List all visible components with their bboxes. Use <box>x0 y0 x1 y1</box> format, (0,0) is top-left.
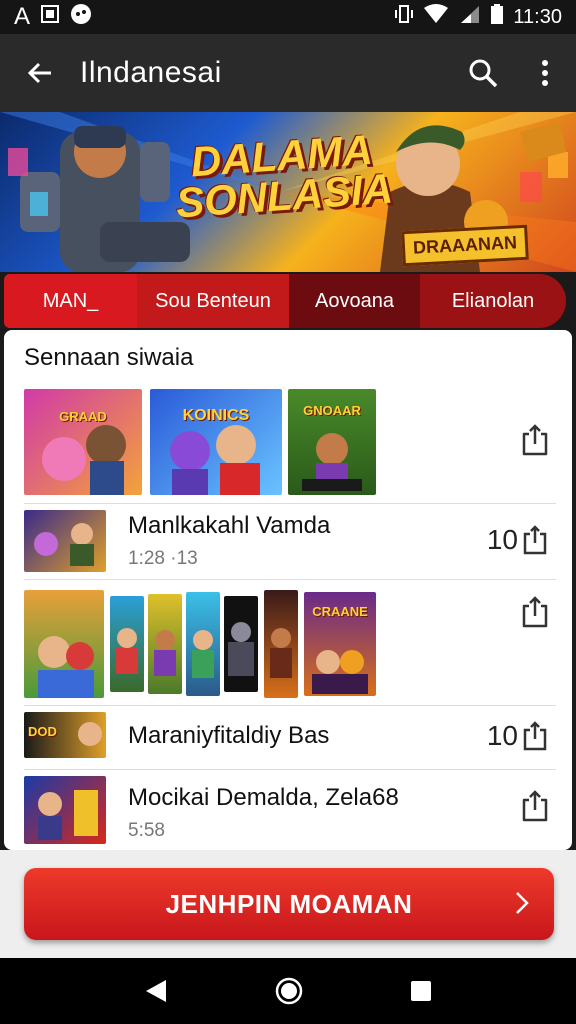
chat-icon <box>70 3 92 31</box>
tab-sou-benteun[interactable]: Sou Benteun <box>137 274 289 328</box>
game-thumbnail[interactable] <box>186 592 220 696</box>
more-vert-icon <box>542 60 548 86</box>
nav-back-icon[interactable] <box>144 978 168 1004</box>
item-count[interactable]: 10 <box>487 720 548 752</box>
share-icon <box>523 525 547 555</box>
search-button[interactable] <box>452 34 514 112</box>
game-thumbnail[interactable] <box>110 596 144 692</box>
character-art-icon <box>38 636 94 698</box>
overflow-menu-button[interactable] <box>514 34 576 112</box>
screenshot-icon <box>40 4 60 30</box>
game-thumbnail[interactable] <box>24 510 106 572</box>
character-art-icon <box>42 425 126 495</box>
game-thumbnail[interactable] <box>264 590 298 698</box>
game-thumbnail[interactable]: GRAAD <box>24 389 142 495</box>
thumbnail-label: CRAANE <box>312 604 368 619</box>
system-nav-bar <box>0 958 576 1024</box>
game-thumbnail[interactable] <box>24 776 106 844</box>
list-item[interactable]: DOD Maraniyfitaldiy Bas 10 <box>24 708 556 770</box>
game-thumbnail[interactable]: DOD <box>24 712 106 758</box>
list-item[interactable]: Manlkakahl Vamda 1:28 ·13 10 <box>24 506 556 580</box>
item-title: Maraniyfitaldiy Bas <box>128 722 330 749</box>
game-thumbnail[interactable]: GNOAAR <box>288 389 376 495</box>
character-art-icon <box>270 628 292 678</box>
share-icon[interactable] <box>520 790 550 822</box>
signal-icon <box>459 4 481 30</box>
app-bar: Ilndanesai <box>0 34 576 112</box>
count-label: 10 <box>486 524 518 555</box>
game-thumbnail[interactable] <box>148 594 182 694</box>
primary-action-button[interactable]: JENHPIN MOAMAN <box>24 868 554 940</box>
game-thumbnail[interactable] <box>24 590 104 698</box>
nav-home-icon[interactable] <box>275 977 303 1005</box>
list-item[interactable]: GRAAD KOINICS GNOAAR <box>24 386 556 504</box>
thumbnail-label: KOINICS <box>182 407 250 424</box>
status-time: 11:30 <box>513 5 562 28</box>
section-title: Sennaan siwaia <box>24 344 194 371</box>
tab-aovoana[interactable]: Aovoana <box>289 274 420 328</box>
banner-title: DALAMA SONLASIA <box>165 126 400 227</box>
tab-man[interactable]: MAN_ <box>4 274 137 328</box>
thumbnail-label: GNOAAR <box>303 403 361 418</box>
page-title: Ilndanesai <box>80 56 222 89</box>
content-panel: Sennaan siwaia GRAAD KOINICS GNOAAR Manl… <box>4 330 572 850</box>
game-thumbnail[interactable]: KOINICS <box>150 389 282 495</box>
thumbnail-label: GRAAD <box>59 409 107 424</box>
game-thumbnail[interactable] <box>224 596 258 692</box>
arrow-back-icon <box>27 62 51 84</box>
item-title: Manlkakahl Vamda <box>128 512 331 539</box>
status-a-label: A <box>14 3 31 30</box>
item-subtitle: 5:58 <box>128 820 165 841</box>
item-title: Mocikai Demalda, Zela68 <box>128 784 399 811</box>
character-art-icon <box>154 630 176 676</box>
category-tabs: MAN_ Sou Benteun Aovoana Elianolan <box>4 274 566 328</box>
share-icon <box>523 721 547 751</box>
thumbnail-label: DOD <box>28 724 57 739</box>
nav-recents-icon[interactable] <box>410 980 432 1002</box>
tab-elianolan[interactable]: Elianolan <box>420 274 566 328</box>
vibrate-icon <box>395 4 414 30</box>
item-count[interactable]: 10 <box>487 524 548 556</box>
chevron-right-icon <box>516 892 529 914</box>
character-art-icon <box>116 628 138 674</box>
character-art-icon <box>192 630 214 678</box>
banner-badge: DRAAANAN <box>401 224 529 267</box>
count-label: 10 <box>486 720 518 751</box>
item-subtitle: 1:28 ·13 <box>128 548 198 569</box>
character-art-icon <box>34 523 94 566</box>
character-art-icon <box>170 425 260 495</box>
list-item[interactable]: Mocikai Demalda, Zela68 5:58 <box>24 772 556 848</box>
cta-label: JENHPIN MOAMAN <box>165 888 413 919</box>
back-button[interactable] <box>0 34 80 112</box>
character-art-icon <box>228 622 254 676</box>
status-bar: A 11:30 <box>0 0 576 34</box>
wifi-icon <box>423 4 449 30</box>
character-art-icon <box>38 790 98 840</box>
game-thumbnail[interactable]: CRAANE <box>304 592 376 696</box>
hero-banner[interactable]: DALAMA SONLASIA DRAAANAN <box>0 112 576 272</box>
list-item[interactable]: CRAANE <box>24 582 556 706</box>
search-icon <box>469 59 498 88</box>
battery-icon <box>491 4 504 30</box>
share-icon[interactable] <box>520 424 550 456</box>
share-icon[interactable] <box>520 596 550 628</box>
